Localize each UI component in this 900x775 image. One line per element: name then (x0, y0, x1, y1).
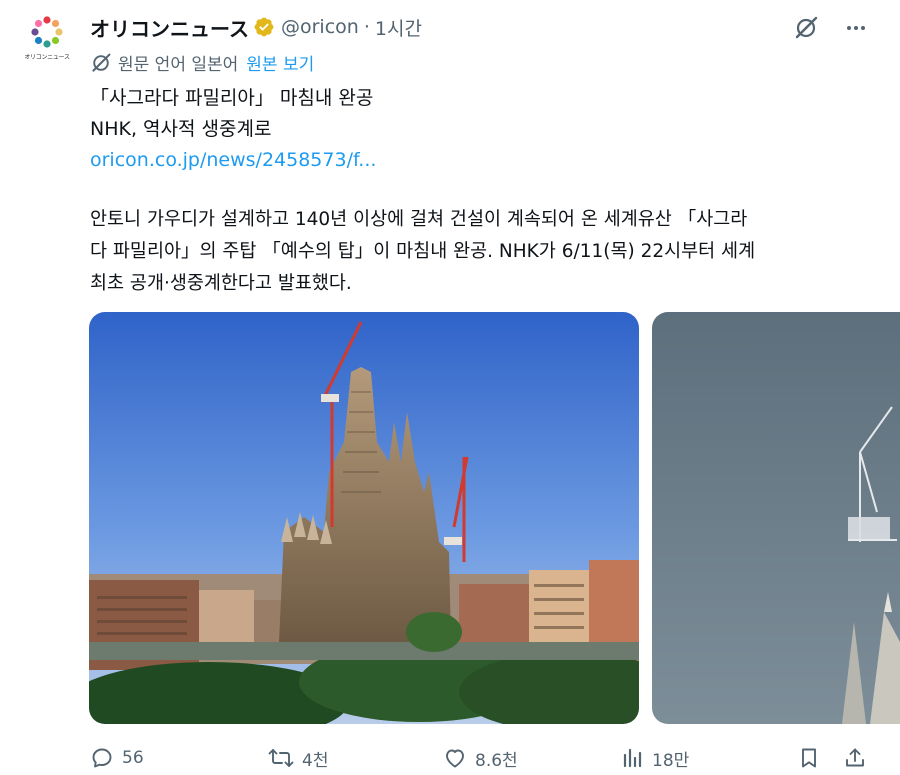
like-count: 8.6천 (475, 750, 518, 771)
post-text-line-1: 「사그라다 파밀리아」 마침내 완공 (90, 87, 374, 109)
translation-row: 원문 언어 일본어 원본 보기 (90, 50, 314, 75)
views-count: 18만 (652, 750, 690, 771)
sagrada-familia-photo (89, 312, 639, 724)
reply-button[interactable]: 56 (90, 742, 144, 774)
author-name[interactable]: オリコンニュース (90, 13, 249, 42)
reply-count: 56 (122, 748, 144, 768)
post-body-line: 안토니 가우디가 설계하고 140년 이상에 걸쳐 건설이 계속되어 온 세계유… (90, 209, 748, 230)
bookmark-icon (802, 748, 816, 768)
post-text-line-2: NHK, 역사적 생중계로 (90, 118, 272, 140)
translation-label: 원문 언어 일본어 (118, 55, 239, 75)
media-image-1[interactable] (89, 312, 639, 724)
repost-icon (268, 749, 294, 767)
share-button[interactable] (843, 742, 867, 774)
foggy-tower-photo (652, 312, 900, 724)
repost-count: 4천 (302, 750, 329, 771)
post-link[interactable]: oricon.co.jp/news/2458573/f... (90, 146, 376, 174)
bookmark-button[interactable] (797, 742, 821, 774)
views-button[interactable]: 18만 (620, 742, 689, 774)
translate-icon (92, 53, 111, 72)
avatar[interactable]: オリコンニュース (22, 14, 72, 64)
author-handle[interactable]: @oricon (281, 16, 359, 38)
avatar-label: オリコンニュース (24, 54, 70, 61)
verified-badge-icon[interactable] (253, 16, 275, 38)
top-actions (792, 14, 870, 42)
view-original-link[interactable]: 원본 보기 (246, 50, 314, 75)
repost-button[interactable]: 4천 (268, 742, 328, 774)
oricon-logo-icon (31, 16, 63, 48)
post-header: オリコンニュース @oricon · 1시간 (90, 12, 422, 42)
views-icon (623, 748, 642, 768)
action-bar: 56 4천 8.6천 18만 (0, 742, 900, 774)
media-image-2[interactable] (652, 312, 900, 724)
like-button[interactable]: 8.6천 (443, 742, 518, 774)
post-body-line: 다 파밀리아」의 주탑 「예수의 탑」이 마침내 완공. NHK가 6/11(목… (90, 241, 756, 262)
post-body-line: 최초 공개·생중계한다고 발표했다. (90, 273, 352, 294)
like-icon (446, 749, 464, 768)
share-icon (846, 748, 864, 767)
grok-icon[interactable] (792, 14, 820, 42)
post-time[interactable]: 1시간 (375, 14, 422, 41)
separator-dot: · (363, 16, 370, 38)
post-body: 안토니 가우디가 설계하고 140년 이상에 걸쳐 건설이 계속되어 온 세계유… (90, 204, 875, 300)
reply-icon (92, 748, 112, 768)
more-icon[interactable] (842, 14, 870, 42)
